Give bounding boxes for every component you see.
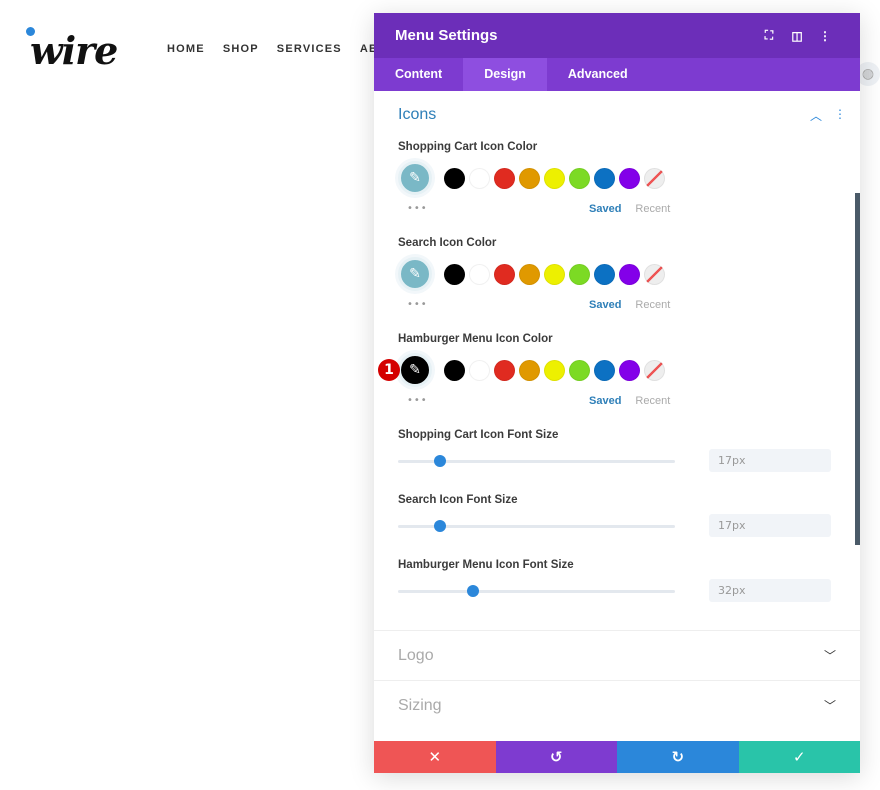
color-swatch[interactable] [594,359,615,381]
color-swatch[interactable] [469,263,490,285]
panel-footer: ✕ ↺ ↻ ✓ [374,741,860,773]
more-dots-icon[interactable]: ••• [407,203,428,214]
nav-home[interactable]: HOME [167,43,205,55]
scrollbar[interactable] [855,193,860,545]
step-badge: 1 [378,359,400,381]
recent-tab[interactable]: Recent [635,299,670,311]
site-nav: HOME SHOP SERVICES ABO [167,43,388,55]
slider-label: Search Icon Font Size [398,494,518,506]
color-swatch[interactable] [444,359,465,381]
fullscreen-icon[interactable]: ⛶ [755,28,783,43]
color-swatch[interactable] [444,263,465,285]
color-swatch[interactable] [469,359,490,381]
eyedropper-icon[interactable]: ✎ [398,353,432,387]
redo-button[interactable]: ↻ [617,741,739,773]
color-swatch[interactable] [494,167,515,189]
color-field-label: Shopping Cart Icon Color [398,141,538,153]
color-swatch[interactable] [469,167,490,189]
split-view-icon[interactable]: ◫ [783,29,811,43]
color-swatch[interactable] [444,167,465,189]
color-swatch[interactable] [544,167,565,189]
panel-header: Menu Settings ⛶ ◫ ⋮ [374,13,860,58]
save-button[interactable]: ✓ [738,741,860,773]
color-field-label: Hamburger Menu Icon Color [398,333,553,345]
color-swatch[interactable] [619,167,640,189]
color-swatch[interactable] [594,263,615,285]
saved-tab[interactable]: Saved [589,395,621,407]
color-swatch[interactable] [494,359,515,381]
saved-tab[interactable]: Saved [589,299,621,311]
menu-settings-panel: Menu Settings ⛶ ◫ ⋮ Content Design Advan… [374,13,860,773]
color-swatch[interactable] [519,359,540,381]
slider-label: Hamburger Menu Icon Font Size [398,559,574,571]
no-color-swatch[interactable] [644,167,665,189]
more-dots-icon[interactable]: ••• [407,395,428,406]
font-size-slider[interactable] [398,520,675,532]
panel-title: Menu Settings [395,27,498,44]
color-swatch[interactable] [519,263,540,285]
font-size-slider[interactable] [398,585,675,597]
no-color-swatch[interactable] [644,263,665,285]
font-size-input[interactable]: 32px [709,579,831,602]
chevron-down-icon[interactable]: ﹀ [824,697,836,714]
slider-handle[interactable] [433,455,446,467]
slider-label: Shopping Cart Icon Font Size [398,429,559,441]
section-title-icons[interactable]: Icons [398,106,436,124]
panel-tabs: Content Design Advanced [374,58,860,91]
tab-content[interactable]: Content [374,58,463,91]
more-options-icon[interactable]: ⋮ [811,29,839,43]
color-swatch[interactable] [569,167,590,189]
eyedropper-icon[interactable]: ✎ [398,161,432,195]
nav-shop[interactable]: SHOP [223,43,259,55]
tab-design[interactable]: Design [463,58,547,91]
color-swatch[interactable] [519,167,540,189]
cancel-button[interactable]: ✕ [374,741,496,773]
more-dots-icon[interactable]: ••• [407,299,428,310]
section-sizing-title: Sizing [398,696,442,714]
section-menu-icon[interactable]: ⋮ [834,107,846,124]
undo-button[interactable]: ↺ [495,741,617,773]
chevron-up-icon[interactable]: ︿ [810,107,822,124]
color-swatch[interactable] [619,359,640,381]
color-swatch[interactable] [544,263,565,285]
color-field-label: Search Icon Color [398,237,497,249]
section-logo[interactable]: Logo ﹀ [374,630,860,680]
chevron-down-icon[interactable]: ﹀ [824,647,836,664]
site-logo[interactable]: wire [30,28,118,73]
color-swatch[interactable] [594,167,615,189]
color-swatch[interactable] [544,359,565,381]
color-swatch-row: ✎ [398,353,669,387]
slider-handle[interactable] [466,585,479,597]
font-size-input[interactable]: 17px [709,514,831,537]
section-logo-title: Logo [398,646,434,664]
tab-advanced[interactable]: Advanced [547,58,649,91]
font-size-slider[interactable] [398,455,675,467]
color-swatch-row: ✎ [398,161,669,195]
color-swatch[interactable] [619,263,640,285]
no-color-swatch[interactable] [644,359,665,381]
saved-tab[interactable]: Saved [589,203,621,215]
font-size-input[interactable]: 17px [709,449,831,472]
section-sizing[interactable]: Sizing ﹀ [374,680,860,730]
recent-tab[interactable]: Recent [635,203,670,215]
color-swatch-row: ✎ [398,257,669,291]
recent-tab[interactable]: Recent [635,395,670,407]
color-swatch[interactable] [569,359,590,381]
slider-handle[interactable] [433,520,446,532]
nav-services[interactable]: SERVICES [277,43,342,55]
color-swatch[interactable] [494,263,515,285]
eyedropper-icon[interactable]: ✎ [398,257,432,291]
color-swatch[interactable] [569,263,590,285]
